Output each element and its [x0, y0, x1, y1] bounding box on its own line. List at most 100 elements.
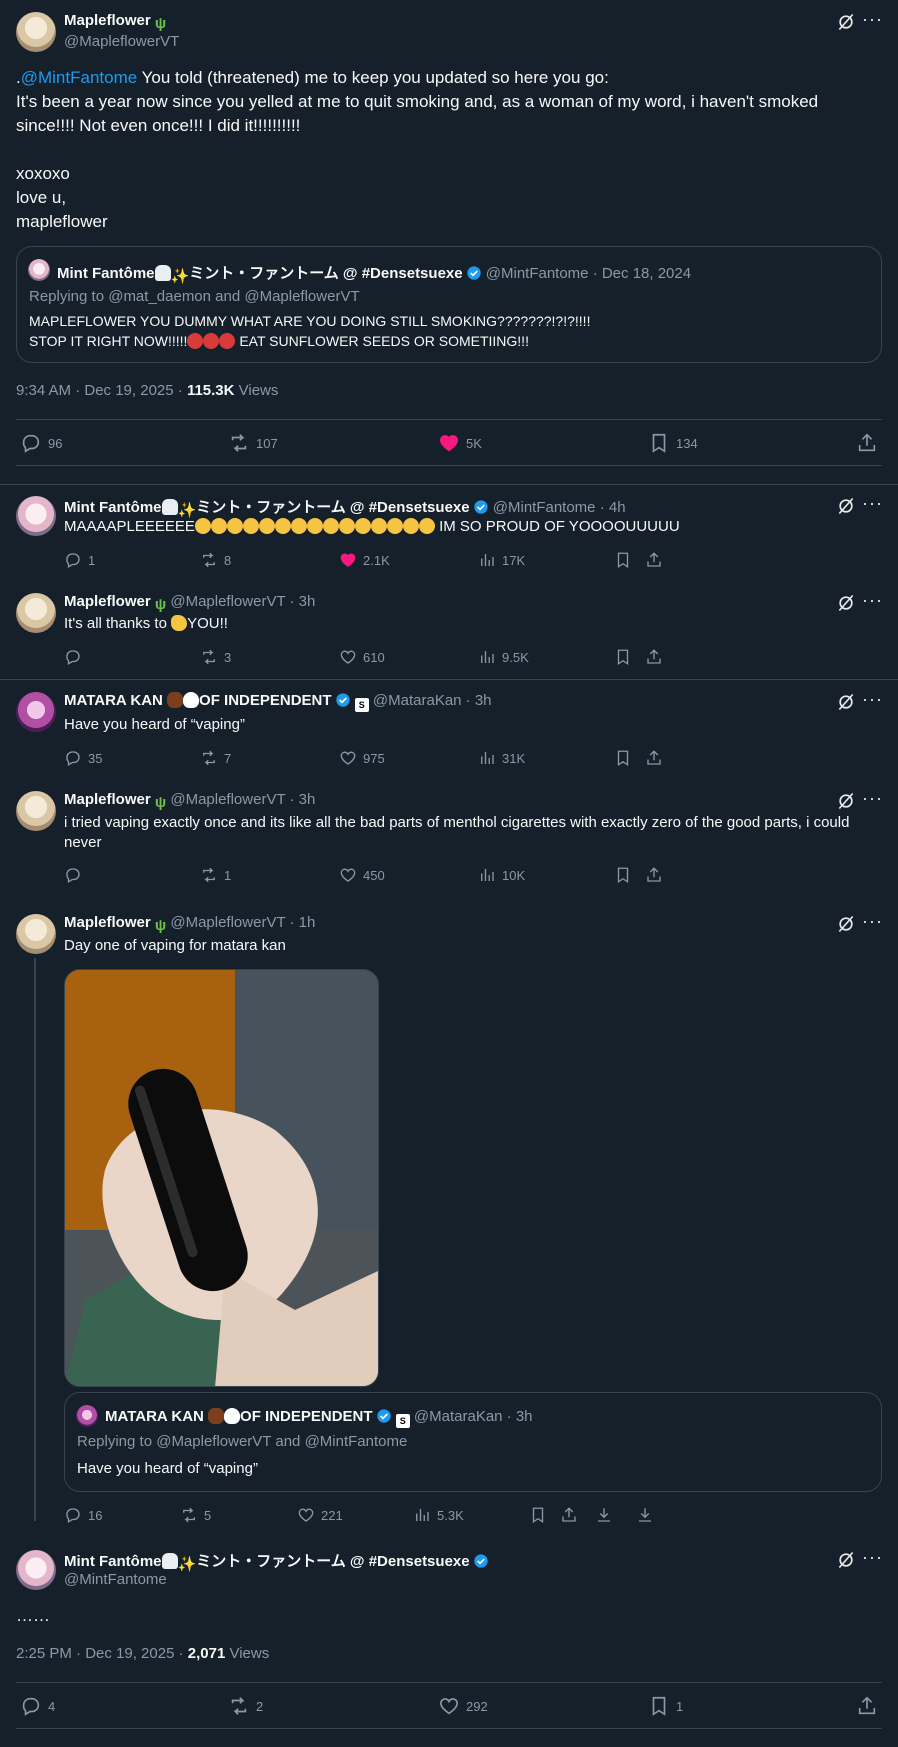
avatar — [28, 259, 50, 281]
reply-header: MATARA KAN OF INDEPENDENT S @MataraKan ·… — [64, 692, 492, 712]
pleading-face-emoji-icon — [194, 518, 211, 534]
more-options-icon[interactable]: ··· — [862, 690, 883, 708]
reply-button[interactable]: 16 — [64, 1506, 102, 1524]
angry-face-emoji-icon — [203, 333, 220, 349]
share-button[interactable] — [645, 648, 663, 666]
quote-text: Have you heard of “vaping” — [77, 1460, 258, 1477]
ghost-emoji-icon — [161, 499, 178, 515]
bookmark-button[interactable] — [614, 551, 632, 569]
quoted-tweet[interactable]: Mint Fantôme ✨ミント・ファントーム @ #Densetsuexe @… — [16, 246, 882, 363]
avatar[interactable] — [16, 692, 56, 732]
bookmark-button[interactable] — [614, 866, 632, 884]
like-button[interactable]: 2.1K — [339, 551, 390, 569]
tweet-meta: 9:34 AM · Dec 19, 2025 · 115.3K Views — [16, 382, 279, 399]
like-button[interactable]: 975 — [339, 749, 385, 767]
repost-button[interactable]: 5 — [180, 1506, 211, 1524]
more-options-icon[interactable]: ··· — [862, 1548, 883, 1566]
pleading-face-emoji-icon — [370, 518, 387, 534]
more-options-icon[interactable]: ··· — [862, 10, 883, 28]
views-button[interactable]: 10K — [478, 866, 525, 884]
reply-button[interactable]: 1 — [64, 551, 95, 569]
share-button[interactable] — [560, 1506, 578, 1524]
reply-button[interactable] — [64, 866, 88, 884]
pleading-face-emoji-icon — [226, 518, 243, 534]
repost-button[interactable]: 107 — [228, 432, 278, 454]
sprout-emoji-icon: ψ — [154, 596, 167, 613]
mention-link[interactable]: @MintFantome — [21, 68, 137, 87]
reply-button[interactable]: 4 — [20, 1695, 55, 1717]
avatar[interactable] — [16, 593, 56, 633]
bookmark-button[interactable] — [614, 648, 632, 666]
repost-button[interactable]: 2 — [228, 1695, 263, 1717]
repost-button[interactable]: 7 — [200, 749, 231, 767]
white-heart-emoji-icon — [183, 692, 200, 708]
grok-icon[interactable] — [836, 1550, 856, 1570]
tweet-text: …… — [16, 1606, 50, 1625]
replying-to: Replying to @mat_daemon and @Mapleflower… — [29, 288, 360, 305]
views-button[interactable]: 9.5K — [478, 648, 529, 666]
bookmark-button[interactable] — [614, 749, 632, 767]
reply-button[interactable]: 96 — [20, 432, 62, 454]
bug-emoji-icon — [167, 692, 184, 708]
reply-button[interactable]: 35 — [64, 749, 102, 767]
download-button[interactable] — [595, 1506, 613, 1524]
bookmark-button[interactable]: 1 — [648, 1695, 683, 1717]
repost-button[interactable]: 3 — [200, 648, 231, 666]
views-button[interactable]: 31K — [478, 749, 525, 767]
pleading-face-emoji-icon — [210, 518, 227, 534]
avatar[interactable] — [16, 12, 56, 52]
bookmark-button[interactable]: 134 — [648, 432, 698, 454]
avatar[interactable] — [16, 914, 56, 954]
reply-button[interactable] — [64, 648, 88, 666]
quote-header: Mint Fantôme ✨ミント・ファントーム @ #Densetsuexe @… — [57, 265, 692, 285]
bookmark-button[interactable] — [529, 1506, 547, 1524]
pleading-face-emoji-icon — [322, 518, 339, 534]
share-button[interactable] — [645, 551, 663, 569]
pleading-face-emoji-icon — [274, 518, 291, 534]
views-button[interactable]: 5.3K — [413, 1506, 464, 1524]
reply-text: It's all thanks to YOU!! — [64, 615, 228, 632]
like-button[interactable]: 5K — [438, 432, 482, 454]
verified-badge-icon — [376, 1408, 392, 1424]
grok-icon[interactable] — [836, 914, 856, 934]
share-button[interactable] — [856, 432, 878, 454]
pointing-hand-emoji-icon — [171, 615, 188, 631]
like-button[interactable]: 450 — [339, 866, 385, 884]
attached-photo[interactable] — [64, 969, 379, 1387]
views-button[interactable]: 17K — [478, 551, 525, 569]
author-name[interactable]: Mapleflower ψ — [64, 12, 167, 32]
like-button[interactable]: 221 — [297, 1506, 343, 1524]
author-handle[interactable]: @MintFantome — [64, 1571, 167, 1588]
grok-icon[interactable] — [836, 12, 856, 32]
more-options-icon[interactable]: ··· — [862, 912, 883, 930]
grok-icon[interactable] — [836, 593, 856, 613]
quoted-tweet[interactable]: MATARA KAN OF INDEPENDENT S @MataraKan ·… — [64, 1392, 882, 1492]
like-button[interactable]: 610 — [339, 648, 385, 666]
ghost-emoji-icon — [154, 265, 171, 281]
more-options-icon[interactable]: ··· — [862, 494, 883, 512]
replying-to: Replying to @MapleflowerVT and @MintFant… — [77, 1433, 408, 1450]
reply-header: Mapleflower ψ @MapleflowerVT · 3h — [64, 593, 316, 613]
avatar[interactable] — [16, 496, 56, 536]
share-button[interactable] — [645, 866, 663, 884]
like-button[interactable]: 292 — [438, 1695, 488, 1717]
author-handle[interactable]: @MapleflowerVT — [64, 33, 179, 50]
verified-badge-icon — [473, 1553, 489, 1569]
grok-icon[interactable] — [836, 791, 856, 811]
author-name[interactable]: Mint Fantôme ✨ミント・ファントーム @ #Densetsuexe — [64, 1550, 489, 1573]
download-video-button[interactable] — [636, 1506, 654, 1524]
grok-icon[interactable] — [836, 496, 856, 516]
more-options-icon[interactable]: ··· — [862, 591, 883, 609]
sprout-emoji-icon: ψ — [154, 15, 167, 32]
avatar[interactable] — [16, 791, 56, 831]
repost-button[interactable]: 1 — [200, 866, 231, 884]
avatar[interactable] — [16, 1550, 56, 1590]
repost-button[interactable]: 8 — [200, 551, 231, 569]
pleading-face-emoji-icon — [386, 518, 403, 534]
sparkles-emoji-icon: ✨ — [177, 502, 197, 519]
share-button[interactable] — [856, 1695, 878, 1717]
more-options-icon[interactable]: ··· — [862, 789, 883, 807]
share-button[interactable] — [645, 749, 663, 767]
grok-icon[interactable] — [836, 692, 856, 712]
vape-device-image — [65, 970, 378, 1386]
